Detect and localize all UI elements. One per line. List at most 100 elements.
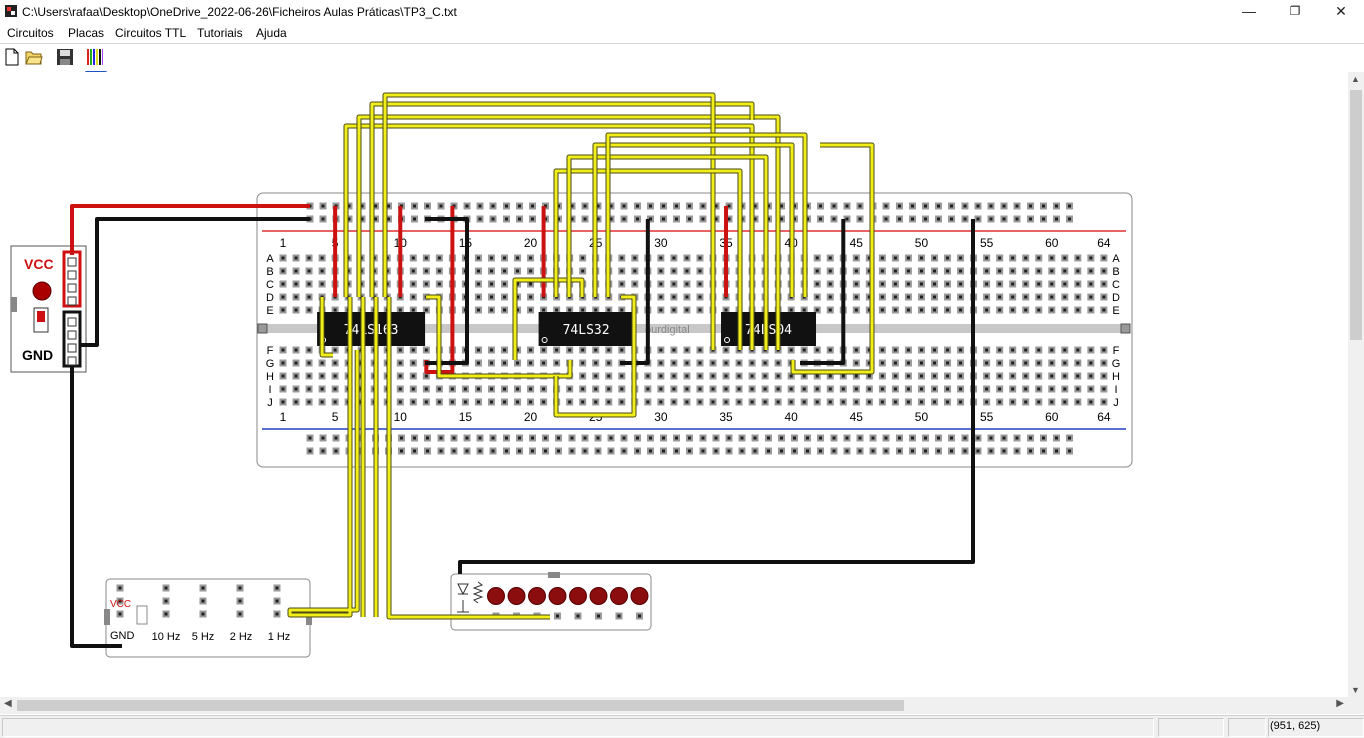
led-module-tab xyxy=(548,572,560,578)
breadboard-hole-center xyxy=(529,361,533,365)
breadboard-hole-center xyxy=(672,308,676,312)
breadboard-hole-center xyxy=(937,217,940,221)
breadboard-hole-center xyxy=(1050,374,1054,378)
breadboard-hole-center xyxy=(294,400,298,404)
breadboard-hole-center xyxy=(998,282,1002,286)
breadboard-hole-center xyxy=(503,361,507,365)
breadboard-hole-center xyxy=(1050,256,1054,260)
wires-color-icon[interactable] xyxy=(86,48,104,66)
breadboard-hole-center xyxy=(503,282,507,286)
breadboard-hole-center xyxy=(906,387,910,391)
breadboard-hole-center xyxy=(437,269,441,273)
breadboard-hole-center xyxy=(819,449,822,453)
row-letter-left: A xyxy=(266,253,274,265)
status-panel-main xyxy=(2,718,1154,737)
breadboard-hole-center xyxy=(976,204,980,208)
breadboard-hole-center xyxy=(780,436,783,440)
breadboard-hole-center xyxy=(858,217,862,221)
breadboard-hole-center xyxy=(583,436,587,440)
menu-ajuda[interactable]: Ajuda xyxy=(256,26,287,40)
breadboard-hole-center xyxy=(985,295,989,299)
scroll-up-icon[interactable]: ▲ xyxy=(1351,74,1360,84)
breadboard-hole-center xyxy=(1076,361,1080,365)
led-indicator xyxy=(507,587,526,605)
breadboard-hole-center xyxy=(727,436,731,440)
power-vcc-label: VCC xyxy=(24,256,54,272)
breadboard-hole-center xyxy=(698,387,702,391)
breadboard-hole-center xyxy=(854,269,858,273)
new-document-icon[interactable] xyxy=(3,48,21,66)
breadboard-hole-center xyxy=(753,449,757,453)
breadboard-hole-center xyxy=(819,204,822,208)
breadboard-hole-center xyxy=(476,387,480,391)
breadboard-hole-center xyxy=(1002,204,1006,208)
column-number-bottom: 45 xyxy=(850,410,864,424)
breadboard-hole-center xyxy=(1102,269,1106,273)
breadboard-hole-center xyxy=(489,295,493,299)
breadboard-hole-center xyxy=(924,449,927,453)
vcc-pin xyxy=(67,283,77,293)
menu-circuitos[interactable]: Circuitos xyxy=(7,26,54,40)
scroll-right-icon[interactable]: ▶ xyxy=(1336,698,1344,709)
breadboard-hole-center xyxy=(880,361,884,365)
scroll-down-icon[interactable]: ▼ xyxy=(1351,685,1360,695)
breadboard-hole-center xyxy=(815,269,819,273)
breadboard-hole-center xyxy=(998,295,1002,299)
breadboard-hole-center xyxy=(911,217,914,221)
breadboard-hole-center xyxy=(659,348,663,352)
maximize-button[interactable]: ❐ xyxy=(1272,0,1318,24)
column-number-top: 30 xyxy=(654,236,668,250)
circuit-drawing[interactable]: ourdigital115510101515202025253030353540… xyxy=(0,72,1348,697)
breadboard-hole-center xyxy=(919,282,923,286)
vertical-scrollbar[interactable]: ▲ ▼ xyxy=(1348,72,1364,697)
row-letter-left: C xyxy=(266,279,274,291)
scroll-left-icon[interactable]: ◀ xyxy=(4,698,12,709)
breadboard-hole-center xyxy=(437,387,441,391)
breadboard-hole-center xyxy=(845,217,849,221)
breadboard-hole-center xyxy=(737,387,741,391)
breadboard-hole-center xyxy=(649,436,652,440)
minimize-button[interactable]: — xyxy=(1226,0,1272,24)
breadboard-hole-center xyxy=(1050,269,1054,273)
breadboard-hole-center xyxy=(596,436,600,440)
menu-circuitos-ttl[interactable]: Circuitos TTL xyxy=(115,26,186,40)
breadboard-hole-center xyxy=(959,282,963,286)
breadboard-hole-center xyxy=(959,361,963,365)
horizontal-scroll-thumb[interactable] xyxy=(17,700,904,711)
breadboard-hole-center xyxy=(815,295,819,299)
breadboard-hole-center xyxy=(529,308,533,312)
breadboard-hole-center xyxy=(933,282,936,286)
breadboard-hole-center xyxy=(1037,348,1041,352)
save-floppy-icon[interactable] xyxy=(56,48,74,66)
circuit-canvas[interactable]: ourdigital 1 1 5 5 10 10 15 15 20 20 25 25 30 30 35 35 40… xyxy=(0,72,1348,697)
breadboard-hole-center xyxy=(1089,295,1093,299)
breadboard-hole-center xyxy=(933,295,936,299)
close-button[interactable]: ✕ xyxy=(1318,0,1364,24)
menu-placas[interactable]: Placas xyxy=(68,26,104,40)
breadboard-hole-center xyxy=(516,361,520,365)
breadboard-hole-center xyxy=(724,361,728,365)
breadboard-hole-center xyxy=(439,449,443,453)
breadboard-hole-center xyxy=(763,387,767,391)
breadboard-hole-center xyxy=(989,204,993,208)
breadboard-hole-center xyxy=(1002,449,1006,453)
breadboard-hole-center xyxy=(989,449,993,453)
breadboard-hole-center xyxy=(333,374,337,378)
breadboard-hole-center xyxy=(633,269,637,273)
breadboard-hole-center xyxy=(516,256,520,260)
breadboard-hole-center xyxy=(750,387,754,391)
breadboard-hole-center xyxy=(307,308,311,312)
breadboard-hole-center xyxy=(583,217,587,221)
menu-tutoriais[interactable]: Tutoriais xyxy=(197,26,243,40)
breadboard-hole-center xyxy=(871,449,875,453)
breadboard-hole-center xyxy=(518,449,521,453)
open-folder-icon[interactable] xyxy=(25,48,43,66)
row-letter-right: B xyxy=(1112,266,1119,278)
breadboard-hole-center xyxy=(845,449,849,453)
breadboard-hole-center xyxy=(1029,436,1032,440)
breadboard-hole-center xyxy=(946,374,950,378)
horizontal-scrollbar[interactable]: ◀ ▶ xyxy=(0,697,1348,714)
vertical-scroll-thumb[interactable] xyxy=(1350,90,1362,340)
breadboard-hole-center xyxy=(1050,348,1054,352)
status-panel-3 xyxy=(1228,718,1266,737)
